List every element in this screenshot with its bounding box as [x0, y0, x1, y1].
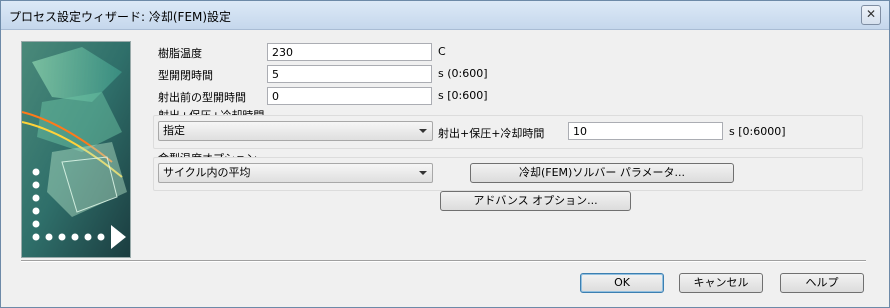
wizard-graphic-icon [22, 42, 130, 257]
injection-mode-value: 指定 [163, 124, 185, 137]
injection-time-input[interactable]: 10 [568, 122, 723, 140]
resin-temp-input[interactable]: 230 [267, 43, 432, 61]
injection-mode-select[interactable]: 指定 [158, 121, 433, 141]
injection-time-label: 射出+保圧+冷却時間 [438, 127, 545, 140]
footer-separator [21, 260, 866, 262]
window-title: プロセス設定ウィザード: 冷却(FEM)設定 [9, 10, 232, 24]
chevron-down-icon [419, 171, 427, 175]
cooling-solver-parameters-button[interactable]: 冷却(FEM)ソルバー パラメータ... [470, 163, 734, 183]
resin-temp-unit: C [438, 45, 446, 58]
title-bar: プロセス設定ウィザード: 冷却(FEM)設定 ✕ [1, 1, 889, 30]
mold-open-time-input[interactable]: 5 [267, 65, 432, 83]
wizard-dialog: プロセス設定ウィザード: 冷却(FEM)設定 ✕ 樹脂温度 230 C 型開閉時… [0, 0, 890, 308]
pre-injection-open-time-label: 射出前の型開時間 [158, 91, 246, 104]
close-button[interactable]: ✕ [861, 5, 881, 25]
resin-temp-label: 樹脂温度 [158, 47, 202, 60]
chevron-down-icon [419, 129, 427, 133]
advanced-options-button[interactable]: アドバンス オプション... [440, 191, 631, 211]
pre-injection-open-time-input[interactable]: 0 [267, 87, 432, 105]
mold-temp-option-select[interactable]: サイクル内の平均 [158, 163, 433, 183]
dialog-content: 樹脂温度 230 C 型開閉時間 5 s (0:600] 射出前の型開時間 0 … [1, 30, 889, 307]
pre-injection-open-time-unit: s [0:600] [438, 89, 488, 102]
cancel-button[interactable]: キャンセル [679, 273, 763, 293]
mold-temp-option-value: サイクル内の平均 [163, 166, 251, 179]
ok-button[interactable]: OK [580, 273, 664, 293]
close-icon: ✕ [865, 7, 877, 21]
wizard-illustration [21, 41, 131, 258]
help-button[interactable]: ヘルプ [780, 273, 864, 293]
mold-open-time-unit: s (0:600] [438, 67, 488, 80]
mold-open-time-label: 型開閉時間 [158, 69, 213, 82]
injection-time-unit: s [0:6000] [729, 125, 786, 138]
